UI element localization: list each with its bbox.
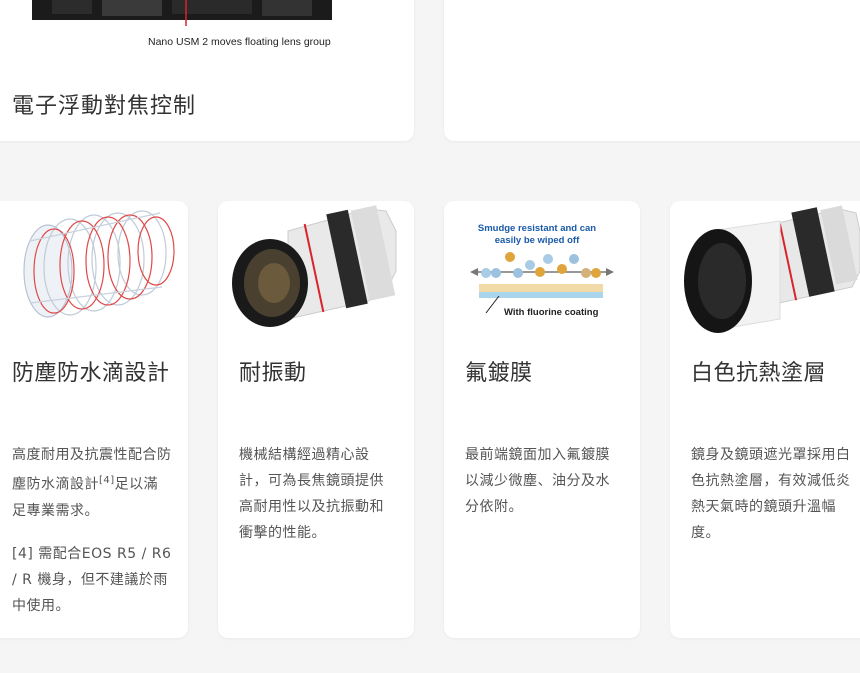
card-body: 高度耐用及抗震性配合防塵防水滴設計[4]足以滿足專業需求。 xyxy=(12,447,172,519)
feature-card-vibration: 耐振動 機械結構經過精心設計，可為長焦鏡頭提供高耐用性以及抗振動和衝擊的性能。 xyxy=(218,201,414,638)
feature-card-fluorine: Smudge resistant and can easily be wiped… xyxy=(444,201,640,638)
diagram-label: With fluorine coating xyxy=(504,307,599,318)
card-title: 防塵防水滴設計 xyxy=(12,361,170,386)
lens-cutaway-image xyxy=(32,0,332,26)
feature-card-focus-control: Nano USM 2 moves floating lens group 電子浮… xyxy=(0,0,414,141)
card-title: 電子浮動對焦控制 xyxy=(12,94,197,119)
diagram-headline-2: easily be wiped off xyxy=(495,235,580,246)
card-title: 白色抗熱塗層 xyxy=(691,361,827,386)
extended-lens-image xyxy=(232,205,397,327)
footnote-ref: [4] xyxy=(99,475,115,486)
card-body: 鏡身及鏡頭遮光罩採用白色抗熱塗層，有效減低炎熱天氣時的鏡頭升溫幅度。 xyxy=(691,447,851,541)
feature-card-empty xyxy=(444,0,860,141)
white-lens-hood-image xyxy=(684,205,860,333)
weather-sealed-lens-image xyxy=(23,210,175,318)
card-footnote: [4] 需配合EOS R5 / R6 / R 機身，但不建議於雨中使用。 xyxy=(12,546,172,614)
card-title: 耐振動 xyxy=(239,361,307,386)
fluorine-coating-diagram: Smudge resistant and can easily be wiped… xyxy=(470,223,614,318)
card-title: 氟鍍膜 xyxy=(465,361,533,386)
card-body: 機械結構經過精心設計，可為長焦鏡頭提供高耐用性以及抗振動和衝擊的性能。 xyxy=(239,447,384,541)
feature-card-weather-sealing: 防塵防水滴設計 高度耐用及抗震性配合防塵防水滴設計[4]足以滿足專業需求。 [4… xyxy=(0,201,188,638)
lens-caption: Nano USM 2 moves floating lens group xyxy=(148,36,331,48)
feature-card-heat-coating: 白色抗熱塗層 鏡身及鏡頭遮光罩採用白色抗熱塗層，有效減低炎熱天氣時的鏡頭升溫幅度… xyxy=(670,201,860,638)
card-body: 最前端鏡面加入氟鍍膜以減少微塵、油分及水分依附。 xyxy=(465,447,610,515)
diagram-headline-1: Smudge resistant and can xyxy=(478,223,596,234)
